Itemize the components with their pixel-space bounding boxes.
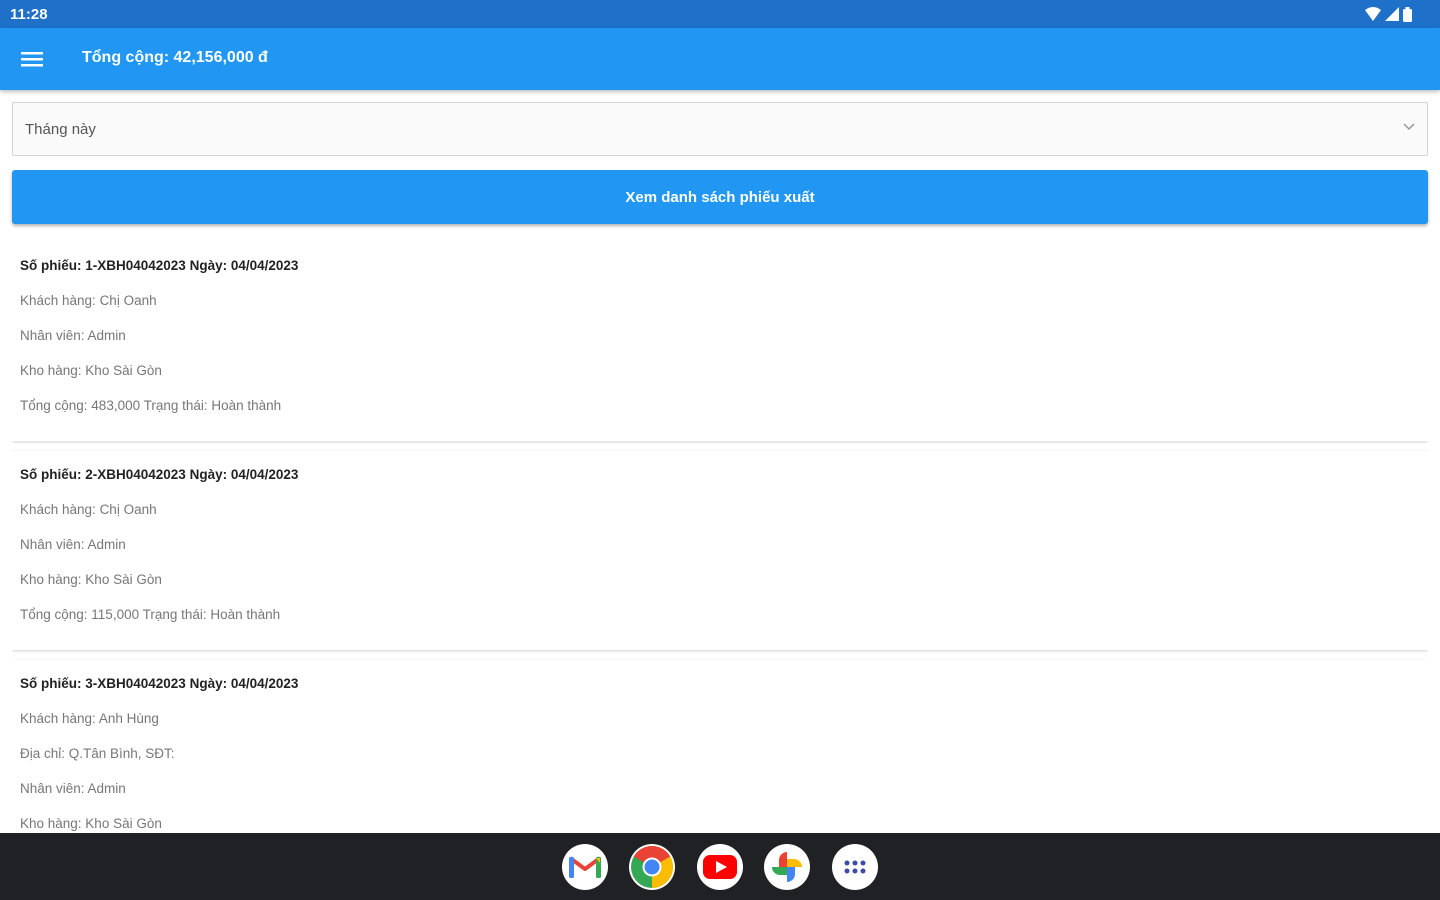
slip-header: Số phiếu: 1-XBH04042023 Ngày: 04/04/2023 <box>20 258 299 273</box>
slip-detail-line: Kho hàng: Kho Sài Gòn <box>20 363 162 378</box>
period-dropdown-value: Tháng này <box>25 121 96 138</box>
chevron-down-icon <box>1403 123 1415 131</box>
export-slip-card[interactable]: Số phiếu: 2-XBH04042023 Ngày: 04/04/2023… <box>12 451 1428 650</box>
slip-detail-line: Nhân viên: Admin <box>20 537 126 552</box>
slip-detail-line: Nhân viên: Admin <box>20 328 126 343</box>
slip-detail-line: Tổng cộng: 483,000 Trạng thái: Hoàn thàn… <box>20 398 282 413</box>
period-dropdown[interactable]: Tháng này <box>12 102 1428 156</box>
slip-detail-line: Địa chỉ: Q.Tân Bình, SĐT: <box>20 746 175 761</box>
app-bar: Tổng cộng: 42,156,000 đ <box>0 28 1440 90</box>
slip-header: Số phiếu: 3-XBH04042023 Ngày: 04/04/2023 <box>20 676 299 691</box>
youtube-app[interactable] <box>697 844 743 890</box>
slip-header: Số phiếu: 2-XBH04042023 Ngày: 04/04/2023 <box>20 467 299 482</box>
export-slip-list[interactable]: Số phiếu: 1-XBH04042023 Ngày: 04/04/2023… <box>12 242 1428 833</box>
slip-detail-line: Khách hàng: Chị Oanh <box>20 293 157 308</box>
app-drawer-icon <box>844 860 866 874</box>
view-export-list-button[interactable]: Xem danh sách phiếu xuất <box>12 170 1428 224</box>
slip-detail-line: Khách hàng: Anh Hùng <box>20 711 159 726</box>
app-drawer-button[interactable] <box>832 844 878 890</box>
youtube-icon <box>703 855 737 879</box>
taskbar <box>0 833 1440 900</box>
slip-detail-line: Nhân viên: Admin <box>20 781 126 796</box>
chrome-icon <box>631 845 674 888</box>
status-icons <box>1365 6 1412 22</box>
export-slip-card[interactable]: Số phiếu: 1-XBH04042023 Ngày: 04/04/2023… <box>12 242 1428 441</box>
total-amount-title: Tổng cộng: 42,156,000 đ <box>82 49 268 66</box>
slip-detail-line: Tổng cộng: 115,000 Trạng thái: Hoàn thàn… <box>20 607 281 622</box>
export-slip-card[interactable]: Số phiếu: 3-XBH04042023 Ngày: 04/04/2023… <box>12 660 1428 833</box>
battery-icon <box>1403 6 1412 22</box>
menu-button[interactable] <box>14 42 50 76</box>
status-bar: 11:28 <box>0 0 1440 28</box>
slip-detail-line: Kho hàng: Kho Sài Gòn <box>20 572 162 587</box>
slip-detail-line: Kho hàng: Kho Sài Gòn <box>20 816 162 831</box>
wifi-icon <box>1365 7 1381 21</box>
gmail-app[interactable] <box>562 844 608 890</box>
chrome-app[interactable] <box>629 844 675 890</box>
slip-detail-line: Khách hàng: Chị Oanh <box>20 502 157 517</box>
status-time: 11:28 <box>10 6 48 23</box>
photos-icon <box>772 852 802 882</box>
cell-signal-icon <box>1385 7 1399 21</box>
hamburger-menu-icon <box>21 52 43 67</box>
photos-app[interactable] <box>764 844 810 890</box>
gmail-icon <box>568 856 602 878</box>
